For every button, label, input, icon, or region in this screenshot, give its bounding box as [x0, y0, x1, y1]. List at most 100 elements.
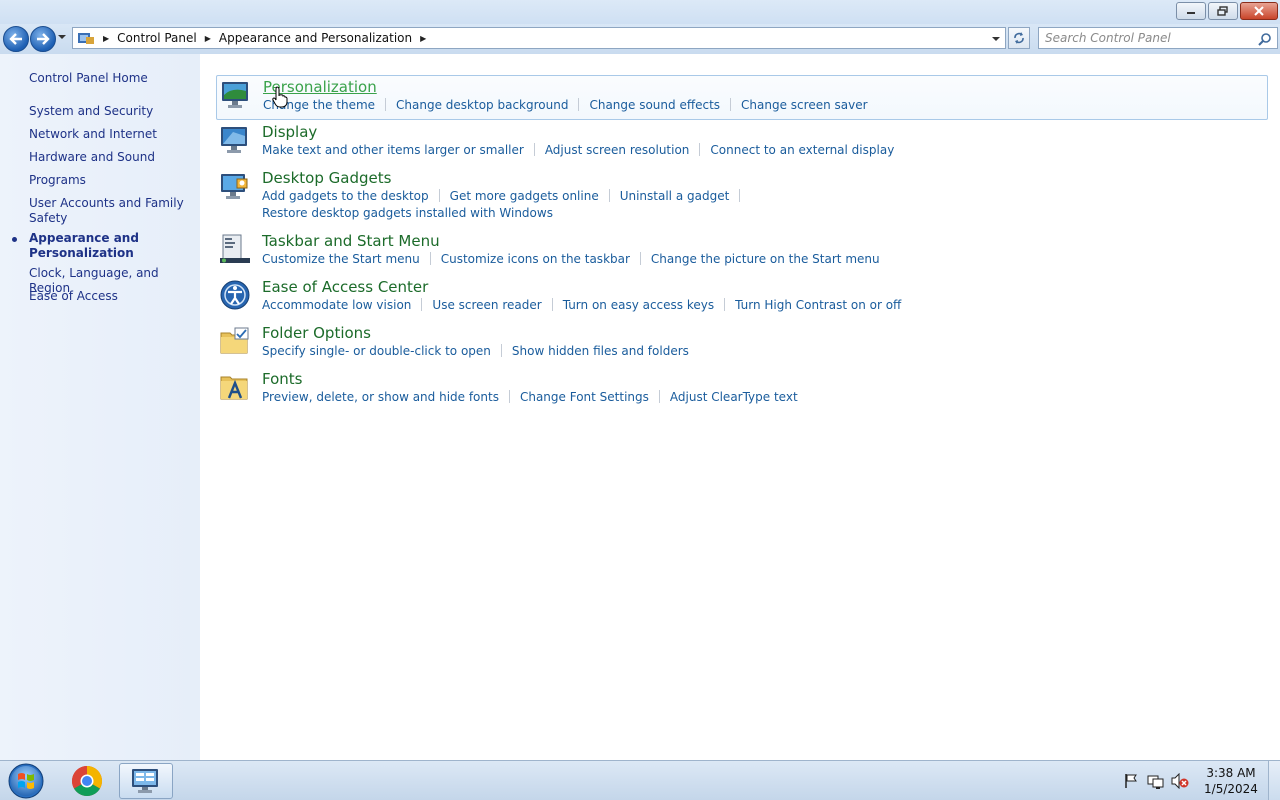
back-button[interactable]	[3, 26, 29, 52]
breadcrumb-control-panel[interactable]: Control Panel	[117, 31, 197, 45]
search-box[interactable]	[1038, 27, 1278, 49]
adjust-cleartype-link[interactable]: Adjust ClearType text	[670, 390, 798, 404]
sidebar-item-control-panel-home[interactable]: Control Panel Home	[29, 71, 194, 86]
sidebar-item-ease-of-access[interactable]: Ease of Access	[29, 289, 194, 304]
action-center-flag-icon[interactable]	[1123, 773, 1139, 789]
fonts-link[interactable]: Fonts	[262, 370, 302, 388]
control-panel-icon	[78, 33, 94, 44]
display-icon	[221, 127, 247, 153]
link-separator	[385, 98, 387, 111]
chevron-right-icon[interactable]: ▶	[205, 34, 211, 43]
ease-of-access-tasks: Accommodate low vision Use screen reader T…	[262, 298, 901, 312]
link-separator	[551, 298, 553, 311]
high-contrast-link[interactable]: Turn High Contrast on or off	[735, 298, 901, 312]
show-hidden-files-link[interactable]: Show hidden files and folders	[512, 344, 689, 358]
chevron-right-icon[interactable]: ▶	[103, 34, 109, 43]
link-separator	[658, 390, 660, 403]
desktop-gadgets-link[interactable]: Desktop Gadgets	[262, 169, 391, 187]
desktop-gadgets-tasks-line-2: Restore desktop gadgets installed with W…	[262, 206, 553, 220]
system-clock[interactable]: 3:38 AM 1/5/2024	[1196, 765, 1266, 797]
use-screen-reader-link[interactable]: Use screen reader	[432, 298, 541, 312]
address-bar[interactable]: ▶ Control Panel ▶ Appearance and Persona…	[72, 27, 1006, 49]
category-taskbar-start-menu: Taskbar and Start Menu Customize the Sta…	[216, 230, 1268, 274]
sidebar-item-user-accounts[interactable]: User Accounts and Family Safety	[29, 196, 194, 226]
link-separator	[438, 189, 440, 202]
add-gadgets-link[interactable]: Add gadgets to the desktop	[262, 189, 429, 203]
change-font-settings-link[interactable]: Change Font Settings	[520, 390, 649, 404]
category-desktop-gadgets: Desktop Gadgets Add gadgets to the deskt…	[216, 167, 1268, 227]
customize-taskbar-icons-link[interactable]: Customize icons on the taskbar	[441, 252, 630, 266]
adjust-resolution-link[interactable]: Adjust screen resolution	[545, 143, 690, 157]
navigation-bar: ▶ Control Panel ▶ Appearance and Persona…	[0, 24, 1280, 54]
hand-cursor-icon	[272, 86, 288, 108]
show-desktop-button[interactable]	[1268, 761, 1280, 800]
chrome-icon	[71, 766, 103, 797]
connect-external-display-link[interactable]: Connect to an external display	[710, 143, 894, 157]
network-icon[interactable]	[1147, 773, 1165, 789]
link-separator	[608, 189, 610, 202]
link-separator	[739, 189, 741, 202]
search-input[interactable]	[1045, 31, 1255, 45]
recent-pages-dropdown-icon[interactable]	[57, 33, 67, 41]
clock-time: 3:38 AM	[1206, 766, 1256, 780]
change-sound-effects-link[interactable]: Change sound effects	[589, 98, 720, 112]
forward-button[interactable]	[30, 26, 56, 52]
close-icon	[1254, 6, 1264, 16]
link-separator	[699, 143, 701, 156]
start-button[interactable]	[4, 762, 48, 800]
fonts-icon	[220, 376, 248, 400]
ease-of-access-center-link[interactable]: Ease of Access Center	[262, 278, 428, 296]
ease-of-access-icon	[220, 280, 250, 310]
category-display: Display Make text and other items larger…	[216, 121, 1268, 165]
chevron-right-icon[interactable]: ▶	[420, 34, 426, 43]
taskbar-start-menu-tasks: Customize the Start menu Customize icons …	[262, 252, 880, 266]
sidebar-item-programs[interactable]: Programs	[29, 173, 194, 188]
link-separator	[429, 252, 431, 265]
link-separator	[500, 344, 502, 357]
link-separator	[508, 390, 510, 403]
window-controls	[1176, 2, 1278, 20]
desktop-gadgets-tasks: Add gadgets to the desktop Get more gadge…	[262, 189, 750, 203]
link-separator	[421, 298, 423, 311]
taskbar-start-menu-link[interactable]: Taskbar and Start Menu	[262, 232, 440, 250]
address-dropdown-icon[interactable]	[991, 35, 1001, 43]
close-button[interactable]	[1240, 2, 1278, 20]
volume-muted-icon[interactable]	[1171, 773, 1189, 789]
sidebar-item-system-security[interactable]: System and Security	[29, 104, 194, 119]
display-tasks: Make text and other items larger or smal…	[262, 143, 894, 157]
category-ease-of-access-center: Ease of Access Center Accommodate low vi…	[216, 276, 1268, 320]
category-fonts: Fonts Preview, delete, or show and hide …	[216, 368, 1268, 412]
current-item-bullet	[12, 237, 17, 242]
uninstall-gadget-link[interactable]: Uninstall a gadget	[620, 189, 730, 203]
taskbar-app-control-panel[interactable]	[119, 763, 173, 799]
restore-gadgets-link[interactable]: Restore desktop gadgets installed with W…	[262, 206, 553, 220]
search-icon[interactable]	[1258, 32, 1272, 46]
link-separator	[730, 98, 732, 111]
sidebar-item-hardware-sound[interactable]: Hardware and Sound	[29, 150, 194, 165]
customize-start-menu-link[interactable]: Customize the Start menu	[262, 252, 420, 266]
display-link[interactable]: Display	[262, 123, 317, 141]
folder-options-link[interactable]: Folder Options	[262, 324, 371, 342]
restore-button[interactable]	[1208, 2, 1238, 20]
refresh-button[interactable]	[1008, 27, 1030, 49]
personalization-tasks: Change the theme Change desktop backgroun…	[263, 98, 868, 112]
folder-options-tasks: Specify single- or double-click to open S…	[262, 344, 689, 358]
easy-access-keys-link[interactable]: Turn on easy access keys	[563, 298, 714, 312]
category-personalization[interactable]: Personalization Change the theme Change d…	[216, 75, 1268, 120]
taskbar-app-chrome[interactable]	[60, 763, 114, 799]
make-text-larger-link[interactable]: Make text and other items larger or smal…	[262, 143, 524, 157]
change-start-picture-link[interactable]: Change the picture on the Start menu	[651, 252, 880, 266]
single-double-click-link[interactable]: Specify single- or double-click to open	[262, 344, 491, 358]
desktop-gadgets-icon	[221, 174, 248, 199]
change-background-link[interactable]: Change desktop background	[396, 98, 568, 112]
sidebar-item-appearance[interactable]: Appearance and Personalization	[29, 231, 194, 261]
preview-fonts-link[interactable]: Preview, delete, or show and hide fonts	[262, 390, 499, 404]
change-screen-saver-link[interactable]: Change screen saver	[741, 98, 868, 112]
taskbar: 3:38 AM 1/5/2024	[0, 760, 1280, 800]
sidebar-item-network-internet[interactable]: Network and Internet	[29, 127, 194, 142]
minimize-button[interactable]	[1176, 2, 1206, 20]
accommodate-low-vision-link[interactable]: Accommodate low vision	[262, 298, 411, 312]
window-title-bar[interactable]	[0, 0, 1280, 24]
get-more-gadgets-link[interactable]: Get more gadgets online	[450, 189, 599, 203]
breadcrumb-appearance[interactable]: Appearance and Personalization	[219, 31, 412, 45]
